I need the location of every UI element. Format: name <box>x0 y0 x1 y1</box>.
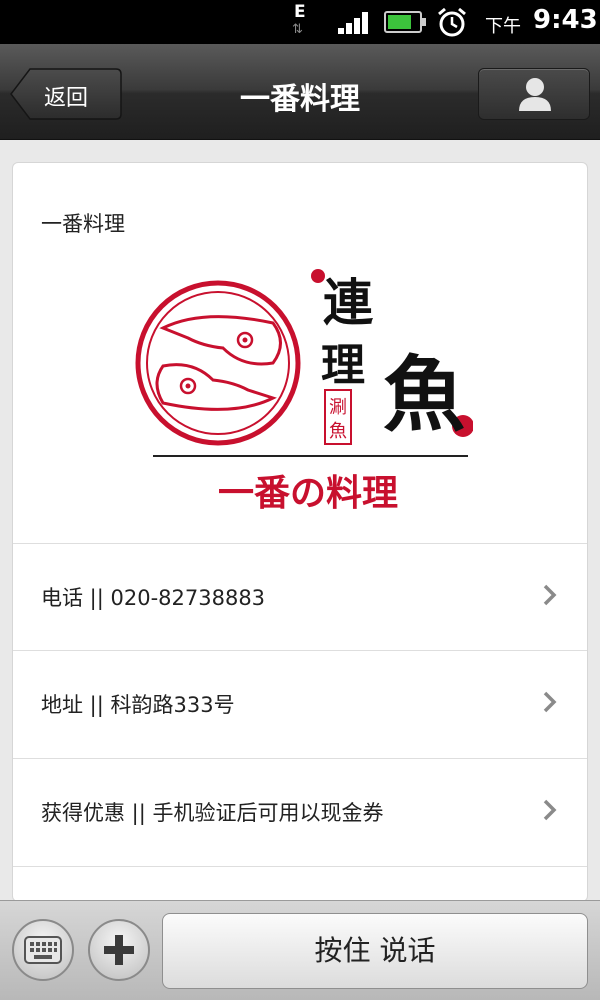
add-button[interactable] <box>88 919 150 981</box>
plus-icon <box>104 935 134 965</box>
hold-to-talk-button[interactable]: 按住 说话 <box>162 913 588 989</box>
signal-icon <box>338 12 372 34</box>
profile-button[interactable] <box>478 68 590 120</box>
alarm-clock-icon <box>438 7 466 37</box>
battery-icon <box>384 11 426 33</box>
logo-seal-2: 魚 <box>329 421 347 442</box>
time-period: 下午 <box>485 16 521 37</box>
keyboard-icon <box>24 936 62 964</box>
data-activity-icon: ⇅ <box>292 22 303 37</box>
logo-char-2: 理 <box>321 340 365 391</box>
chevron-right-icon <box>543 584 557 606</box>
logo-char-1: 連 <box>323 273 374 332</box>
person-icon <box>519 78 551 111</box>
phone-text: 电话 || 020-82738883 <box>41 586 266 610</box>
network-type-indicator: E <box>294 2 306 22</box>
clock: 9:43 <box>533 5 598 35</box>
address-text: 地址 || 科韵路333号 <box>41 693 235 717</box>
business-card: 一番料理 連 理 魚 涮 魚 一番の料理 电话 || 020-82738883 … <box>12 162 588 902</box>
title-bar: 返回 一番料理 <box>0 44 600 140</box>
coupon-row[interactable]: 获得优惠 || 手机验证后可用以现金券 <box>13 758 587 866</box>
business-name: 一番料理 <box>41 212 125 236</box>
status-bar: E ⇅ 下午 9:43 <box>0 0 600 44</box>
logo-seal-1: 涮 <box>329 397 347 418</box>
phone-row[interactable]: 电话 || 020-82738883 <box>13 543 587 651</box>
chevron-right-icon <box>543 799 557 821</box>
restaurant-logo: 連 理 魚 涮 魚 一番の料理 <box>135 269 473 514</box>
coupon-text: 获得优惠 || 手机验证后可用以现金券 <box>41 801 384 825</box>
logo-tagline: 一番の料理 <box>218 473 398 514</box>
list-item[interactable] <box>13 866 587 901</box>
logo-char-3: 魚 <box>383 347 465 443</box>
keyboard-button[interactable] <box>12 919 74 981</box>
chevron-right-icon <box>543 691 557 713</box>
address-row[interactable]: 地址 || 科韵路333号 <box>13 650 587 758</box>
input-bar: 按住 说话 <box>0 900 600 1000</box>
